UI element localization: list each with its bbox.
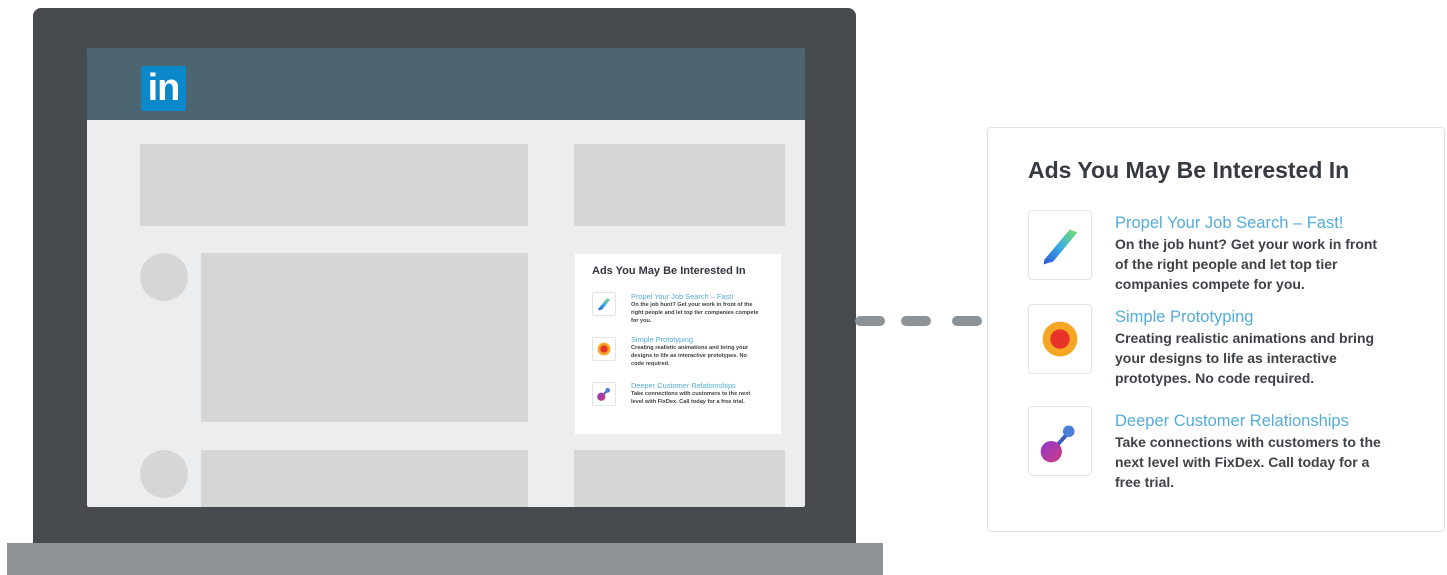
site-header bbox=[87, 48, 805, 120]
content-placeholder-top bbox=[140, 144, 528, 226]
post-placeholder bbox=[201, 450, 528, 507]
post-placeholder bbox=[201, 253, 528, 422]
connector-dash bbox=[855, 316, 885, 326]
gradient-arrow-icon bbox=[592, 292, 616, 316]
sidebar-placeholder-top bbox=[574, 144, 785, 226]
gradient-arrow-icon bbox=[1028, 210, 1092, 280]
mini-ads-card: Ads You May Be Interested In Propel Your… bbox=[575, 254, 781, 434]
linkedin-logo[interactable]: in bbox=[141, 66, 186, 111]
connection-node-icon bbox=[1028, 406, 1092, 476]
mini-ads-title: Ads You May Be Interested In bbox=[592, 265, 746, 277]
laptop-base bbox=[7, 543, 883, 575]
sidebar-placeholder-bottom bbox=[574, 450, 785, 507]
ad-headline[interactable]: Deeper Customer Relationships bbox=[1115, 411, 1349, 431]
orange-circle-icon bbox=[592, 337, 616, 361]
connector-dash bbox=[952, 316, 982, 326]
ad-body: Creating realistic animations and bring … bbox=[1115, 330, 1375, 386]
connector-dash bbox=[901, 316, 931, 326]
orange-circle-icon bbox=[1028, 304, 1092, 374]
mini-ad-headline[interactable]: Simple Prototyping bbox=[631, 335, 693, 344]
mini-ad-body: Take connections with customers to the n… bbox=[631, 391, 751, 405]
mini-ad-body: On the job hunt? Get your work in front … bbox=[631, 302, 759, 324]
laptop-screen: in Ads You May Be Interested In Propel Y… bbox=[87, 48, 805, 507]
avatar-placeholder bbox=[140, 450, 188, 498]
ad-headline[interactable]: Simple Prototyping bbox=[1115, 307, 1254, 327]
mini-ad-headline[interactable]: Propel Your Job Search – Fast! bbox=[631, 292, 733, 301]
ad-body: Take connections with customers to the n… bbox=[1115, 434, 1381, 490]
avatar-placeholder bbox=[140, 253, 188, 301]
mini-ad-body: Creating realistic animations and bring … bbox=[631, 345, 749, 367]
ad-headline[interactable]: Propel Your Job Search – Fast! bbox=[1115, 213, 1343, 233]
ads-card-title: Ads You May Be Interested In bbox=[1028, 157, 1350, 183]
ad-body: On the job hunt? Get your work in front … bbox=[1115, 236, 1378, 292]
ads-card: Ads You May Be Interested In Propel Your… bbox=[987, 127, 1445, 532]
mini-ad-headline[interactable]: Deeper Customer Relationships bbox=[631, 381, 736, 390]
connection-node-icon bbox=[592, 382, 616, 406]
